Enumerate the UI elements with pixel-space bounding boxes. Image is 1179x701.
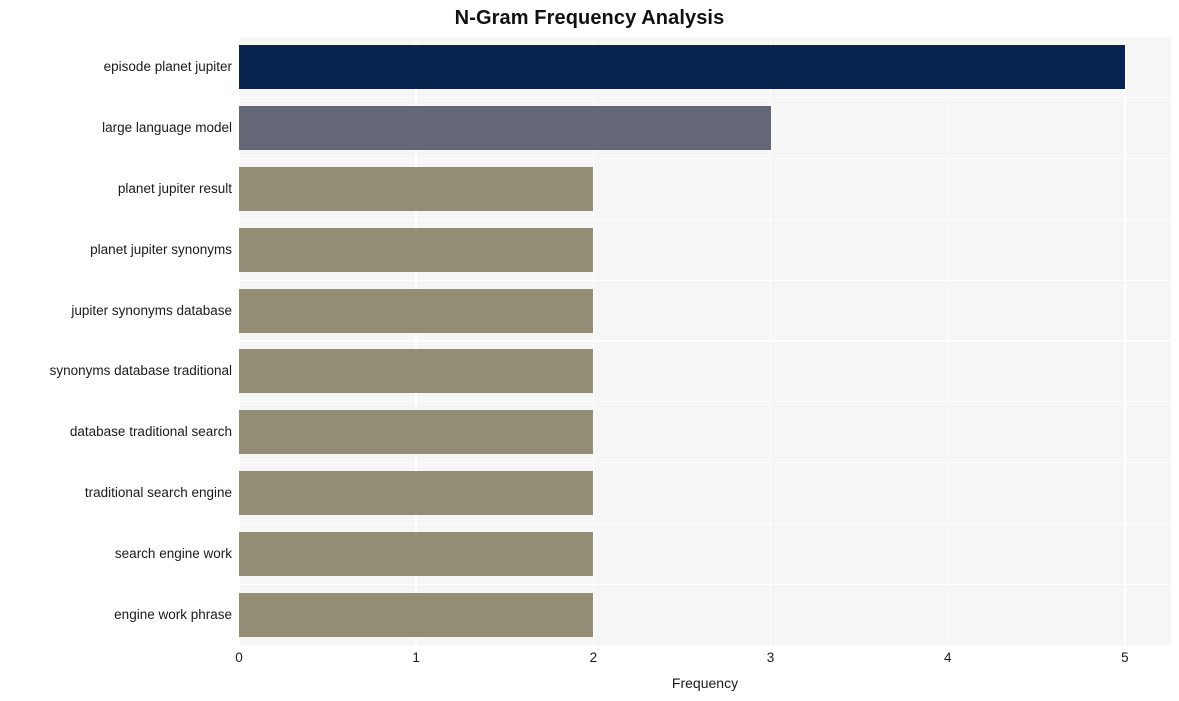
chart-figure: N-Gram Frequency Analysis episode planet…	[0, 0, 1179, 701]
x-axis-tick-label: 3	[766, 650, 775, 665]
x-axis-tick-label: 1	[412, 650, 420, 665]
x-axis-tick-labels: 0 1 2 3 4 5	[0, 0, 1179, 701]
x-axis-tick-label: 0	[235, 650, 243, 665]
x-axis-tick-label: 4	[943, 650, 952, 665]
x-axis-tick-label: 2	[589, 650, 598, 665]
x-axis-tick-label: 5	[1121, 650, 1129, 665]
x-axis-label: Frequency	[671, 675, 739, 691]
